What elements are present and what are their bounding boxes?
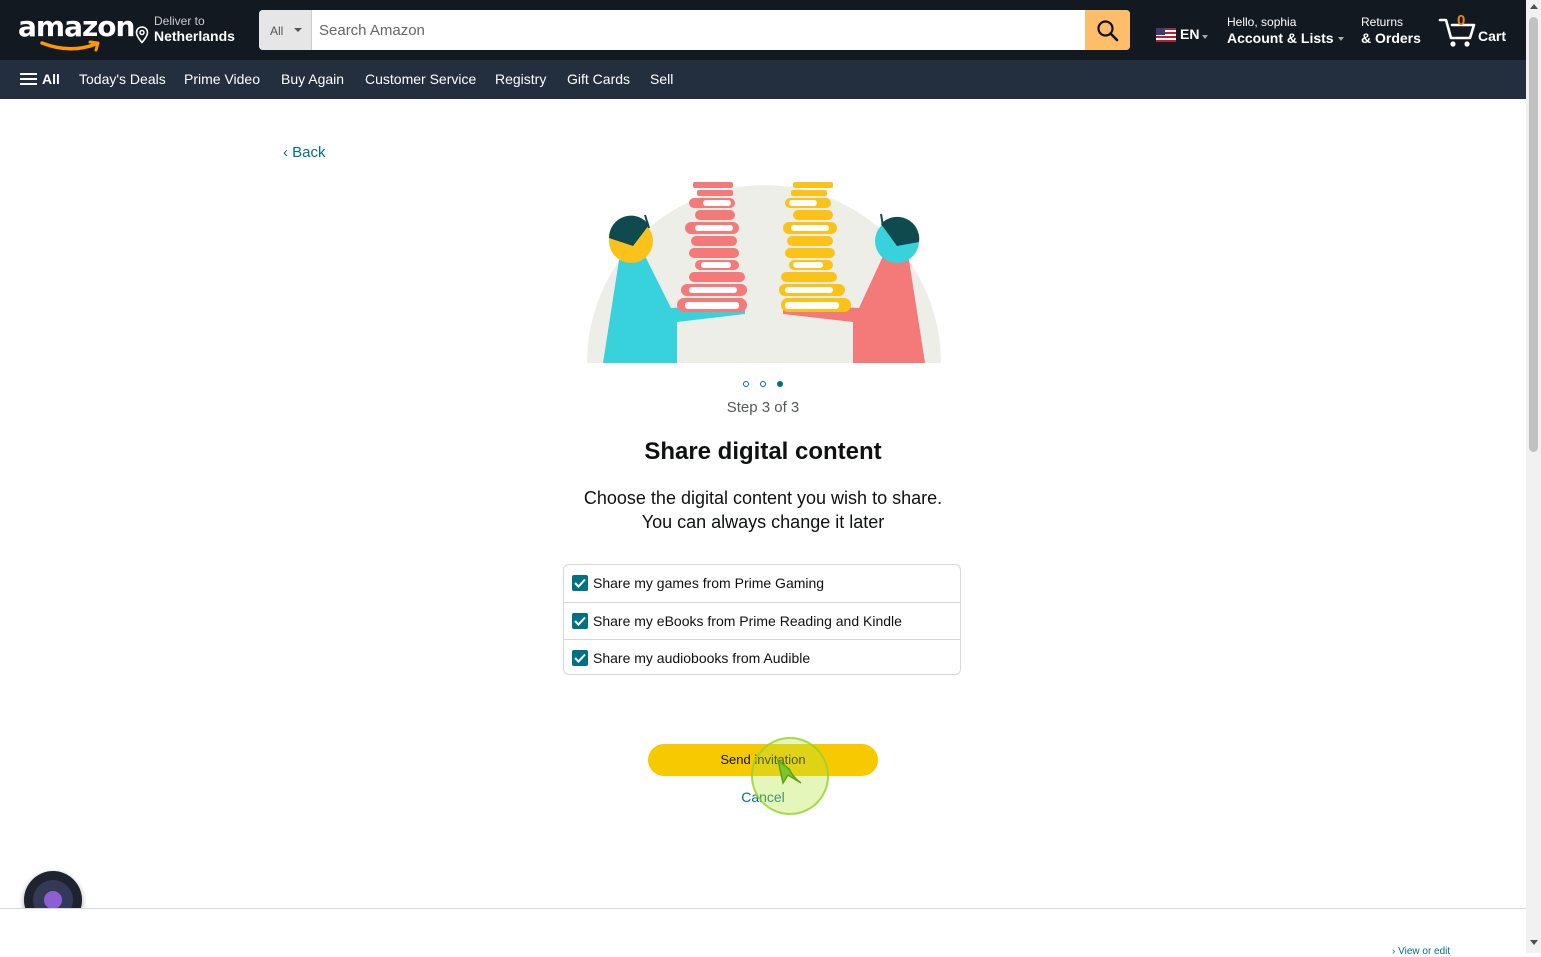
all-menu-label: All <box>42 71 60 87</box>
step-counter: Step 3 of 3 <box>726 399 800 416</box>
returns-orders-link[interactable]: Returns & Orders <box>1361 15 1421 46</box>
step-dot <box>760 381 766 387</box>
hamburger-icon <box>20 73 37 86</box>
logo-smile-icon <box>40 40 100 52</box>
deliver-label: Deliver to <box>154 14 205 28</box>
option-label: Share my audiobooks from Audible <box>593 650 811 666</box>
chevron-down-icon <box>294 28 302 32</box>
scrollbar-thumb[interactable] <box>1529 17 1538 452</box>
nav-item-prime-video[interactable]: Prime Video <box>184 71 260 87</box>
checkmark-icon <box>574 653 586 663</box>
language-code: EN <box>1180 26 1200 42</box>
cart-button[interactable]: 0 Cart <box>1438 12 1510 48</box>
scroll-down-arrow-icon[interactable] <box>1530 940 1538 945</box>
scroll-up-arrow-icon[interactable] <box>1530 4 1538 9</box>
assistant-orb-core <box>44 891 62 909</box>
account-greeting: Hello, sophia <box>1227 15 1297 29</box>
option-label: Share my eBooks from Prime Reading and K… <box>593 613 902 629</box>
orders-label: & Orders <box>1361 30 1421 46</box>
back-link[interactable]: ‹ Back <box>283 144 326 161</box>
share-option-audiobooks[interactable]: Share my audiobooks from Audible <box>564 639 960 677</box>
click-highlight-indicator <box>751 737 829 815</box>
top-nav-bar: amazon Deliver to Netherlands All Search… <box>0 0 1526 60</box>
share-content-illustration <box>587 182 941 363</box>
deliver-country: Netherlands <box>154 28 235 44</box>
share-option-ebooks[interactable]: Share my eBooks from Prime Reading and K… <box>564 602 960 640</box>
sub-nav-bar: All Today's Deals Prime Video Buy Again … <box>0 60 1526 99</box>
nav-item-gift-cards[interactable]: Gift Cards <box>567 71 630 87</box>
step-indicator <box>741 381 787 389</box>
search-bar: All <box>259 10 1130 50</box>
nav-item-registry[interactable]: Registry <box>495 71 546 87</box>
nav-item-todays-deals[interactable]: Today's Deals <box>79 71 166 87</box>
chevron-down-icon <box>1202 35 1208 39</box>
nav-item-customer-service[interactable]: Customer Service <box>365 71 476 87</box>
checkbox-checked[interactable] <box>572 650 588 666</box>
location-pin-icon <box>135 26 149 44</box>
view-edit-link[interactable]: › View or edit <box>1392 946 1450 957</box>
account-lists-menu[interactable]: Hello, sophia Account & Lists <box>1227 15 1344 46</box>
page-scrollbar[interactable] <box>1526 0 1541 953</box>
checkbox-checked[interactable] <box>572 575 588 591</box>
us-flag-icon <box>1156 28 1176 42</box>
page-description: Choose the digital content you wish to s… <box>0 486 1526 534</box>
step-dot-active <box>777 381 783 387</box>
search-category-label: All <box>270 24 284 38</box>
nav-item-sell[interactable]: Sell <box>650 71 673 87</box>
returns-label: Returns <box>1361 15 1404 29</box>
description-line-1: Choose the digital content you wish to s… <box>583 488 943 508</box>
search-category-dropdown[interactable]: All <box>259 10 312 50</box>
all-menu-button[interactable]: All <box>20 71 60 87</box>
cart-label: Cart <box>1478 28 1507 44</box>
account-lists-label: Account & Lists <box>1227 30 1334 46</box>
chevron-down-icon <box>1337 37 1344 42</box>
amazon-logo[interactable]: amazon <box>18 10 135 52</box>
search-button[interactable] <box>1085 10 1130 50</box>
share-option-games[interactable]: Share my games from Prime Gaming <box>564 565 960 602</box>
page-title: Share digital content <box>644 438 882 465</box>
nav-item-buy-again[interactable]: Buy Again <box>281 71 344 87</box>
search-icon <box>1097 20 1119 42</box>
description-line-2: You can always change it later <box>641 512 885 532</box>
option-label: Share my games from Prime Gaming <box>593 575 825 591</box>
logo-text: amazon <box>18 10 135 43</box>
step-dot <box>743 381 749 387</box>
checkbox-checked[interactable] <box>572 613 588 629</box>
footer-card: › View or edit <box>0 908 1526 957</box>
checkmark-icon <box>574 578 586 588</box>
cursor-arrow-icon <box>776 758 802 785</box>
checkmark-icon <box>574 616 586 626</box>
cart-count: 0 <box>1457 12 1466 29</box>
search-input[interactable] <box>312 10 1082 50</box>
share-options-list: Share my games from Prime Gaming Share m… <box>563 564 961 675</box>
